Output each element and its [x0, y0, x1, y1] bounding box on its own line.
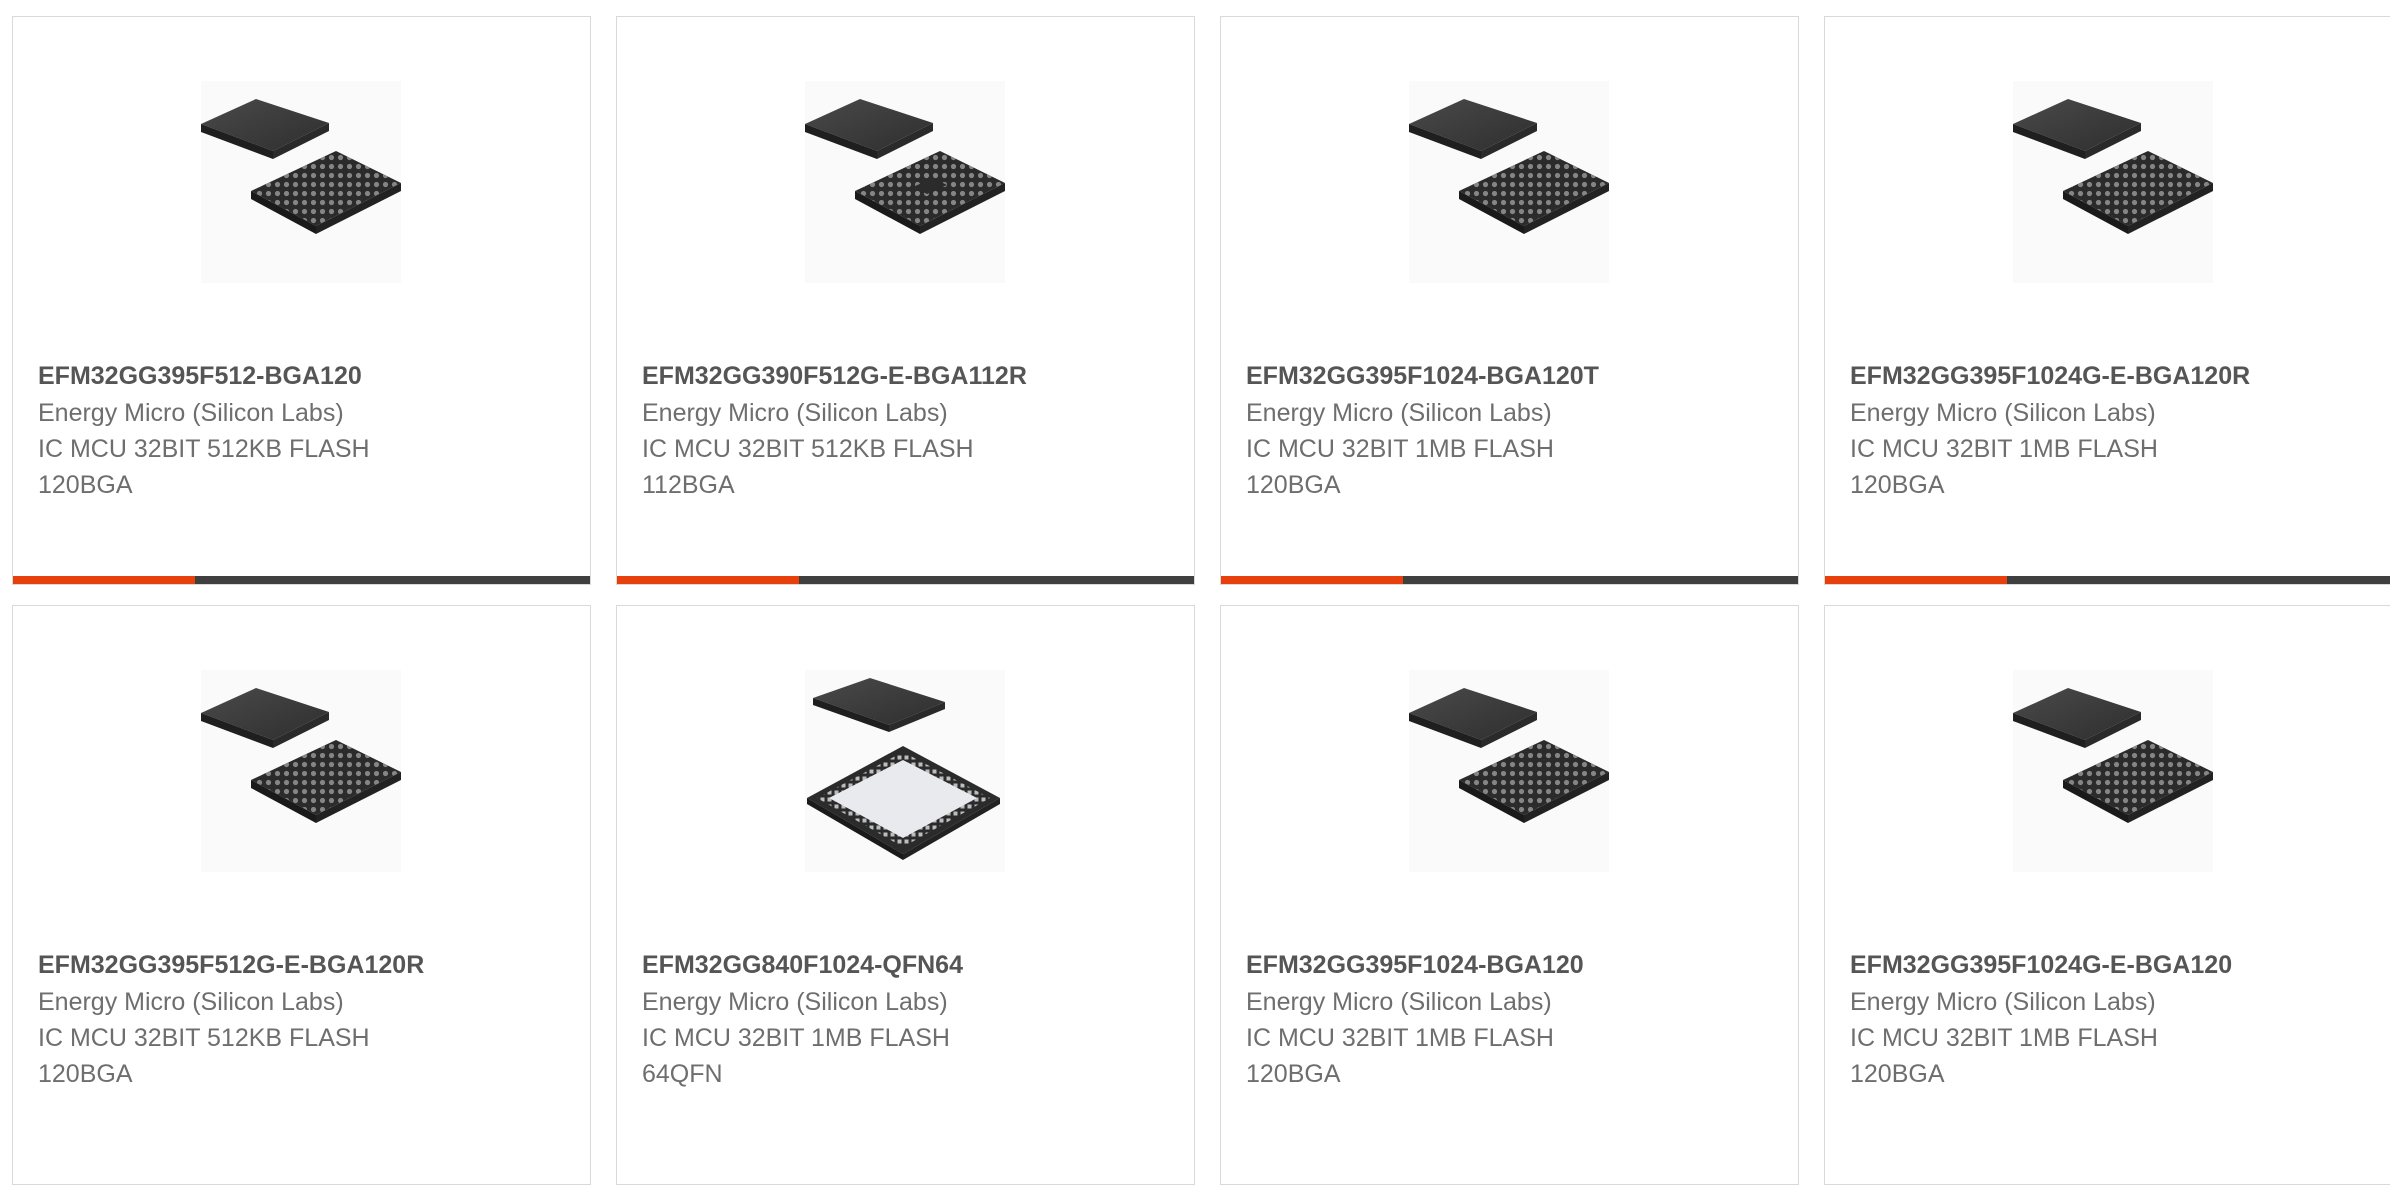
product-manufacturer: Energy Micro (Silicon Labs): [1850, 399, 2156, 427]
product-card[interactable]: EFM32GG395F1024G-E-BGA120 Energy Micro (…: [1824, 605, 2390, 1185]
product-card[interactable]: EFM32GG395F1024G-E-BGA120R Energy Micro …: [1824, 16, 2390, 585]
product-description: IC MCU 32BIT 512KB FLASH: [38, 1024, 370, 1052]
product-description: IC MCU 32BIT 1MB FLASH: [1850, 1024, 2158, 1052]
product-manufacturer: Energy Micro (Silicon Labs): [1850, 988, 2156, 1016]
product-package: 120BGA: [1850, 471, 1945, 499]
product-image[interactable]: [805, 670, 1005, 872]
product-description: IC MCU 32BIT 1MB FLASH: [1850, 435, 2158, 463]
product-package: 120BGA: [1850, 1060, 1945, 1088]
product-card[interactable]: EFM32GG390F512G-E-BGA112R Energy Micro (…: [616, 16, 1195, 585]
product-card[interactable]: EFM32GG395F512-BGA120 Energy Micro (Sili…: [12, 16, 591, 585]
product-name[interactable]: EFM32GG395F1024-BGA120: [1246, 946, 1778, 984]
product-name[interactable]: EFM32GG395F1024-BGA120T: [1246, 357, 1778, 395]
product-image[interactable]: [201, 670, 401, 872]
card-bottom-bar: [1221, 576, 1798, 584]
product-manufacturer: Energy Micro (Silicon Labs): [1246, 399, 1552, 427]
product-name[interactable]: EFM32GG390F512G-E-BGA112R: [642, 357, 1174, 395]
bga-chip-icon: [1409, 688, 1609, 823]
product-manufacturer: Energy Micro (Silicon Labs): [642, 988, 948, 1016]
product-description: IC MCU 32BIT 1MB FLASH: [1246, 1024, 1554, 1052]
product-image[interactable]: [201, 81, 401, 283]
product-image[interactable]: [2013, 670, 2213, 872]
card-accent: [1221, 576, 1403, 584]
product-package: 112BGA: [642, 471, 735, 499]
card-accent: [1825, 576, 2007, 584]
product-name[interactable]: EFM32GG395F1024G-E-BGA120: [1850, 946, 2382, 984]
product-name[interactable]: EFM32GG395F512-BGA120: [38, 357, 570, 395]
card-bottom-bar: [1825, 576, 2390, 584]
product-image[interactable]: [1409, 81, 1609, 283]
product-name[interactable]: EFM32GG840F1024-QFN64: [642, 946, 1174, 984]
card-bottom-bar: [13, 576, 590, 584]
bga-chip-icon: [1409, 99, 1609, 234]
product-package: 120BGA: [1246, 471, 1341, 499]
product-package: 64QFN: [642, 1060, 723, 1088]
product-description: IC MCU 32BIT 512KB FLASH: [642, 435, 974, 463]
card-accent: [617, 576, 799, 584]
bga-chip-icon: [2013, 688, 2213, 823]
product-image[interactable]: [1409, 670, 1609, 872]
bga-chip-icon: [201, 99, 401, 234]
product-manufacturer: Energy Micro (Silicon Labs): [1246, 988, 1552, 1016]
product-manufacturer: Energy Micro (Silicon Labs): [38, 399, 344, 427]
card-bottom-bar: [617, 576, 1194, 584]
bga-chip-icon: [201, 688, 401, 823]
product-name[interactable]: EFM32GG395F512G-E-BGA120R: [38, 946, 570, 984]
product-card[interactable]: EFM32GG395F1024-BGA120T Energy Micro (Si…: [1220, 16, 1799, 585]
product-package: 120BGA: [38, 1060, 133, 1088]
bga-chip-icon: [805, 99, 1005, 234]
product-image[interactable]: [2013, 81, 2213, 283]
product-manufacturer: Energy Micro (Silicon Labs): [642, 399, 948, 427]
product-description: IC MCU 32BIT 1MB FLASH: [642, 1024, 950, 1052]
bga-chip-icon: [2013, 99, 2213, 234]
card-accent: [13, 576, 195, 584]
product-card[interactable]: EFM32GG395F1024-BGA120 Energy Micro (Sil…: [1220, 605, 1799, 1185]
qfn-chip-icon: [807, 678, 1000, 860]
product-description: IC MCU 32BIT 512KB FLASH: [38, 435, 370, 463]
product-grid: EFM32GG395F512-BGA120 Energy Micro (Sili…: [0, 0, 2390, 1185]
product-card[interactable]: EFM32GG395F512G-E-BGA120R Energy Micro (…: [12, 605, 591, 1185]
product-manufacturer: Energy Micro (Silicon Labs): [38, 988, 344, 1016]
product-package: 120BGA: [38, 471, 133, 499]
product-description: IC MCU 32BIT 1MB FLASH: [1246, 435, 1554, 463]
product-name[interactable]: EFM32GG395F1024G-E-BGA120R: [1850, 357, 2382, 395]
product-card[interactable]: EFM32GG840F1024-QFN64 Energy Micro (Sili…: [616, 605, 1195, 1185]
product-image[interactable]: [805, 81, 1005, 283]
product-package: 120BGA: [1246, 1060, 1341, 1088]
